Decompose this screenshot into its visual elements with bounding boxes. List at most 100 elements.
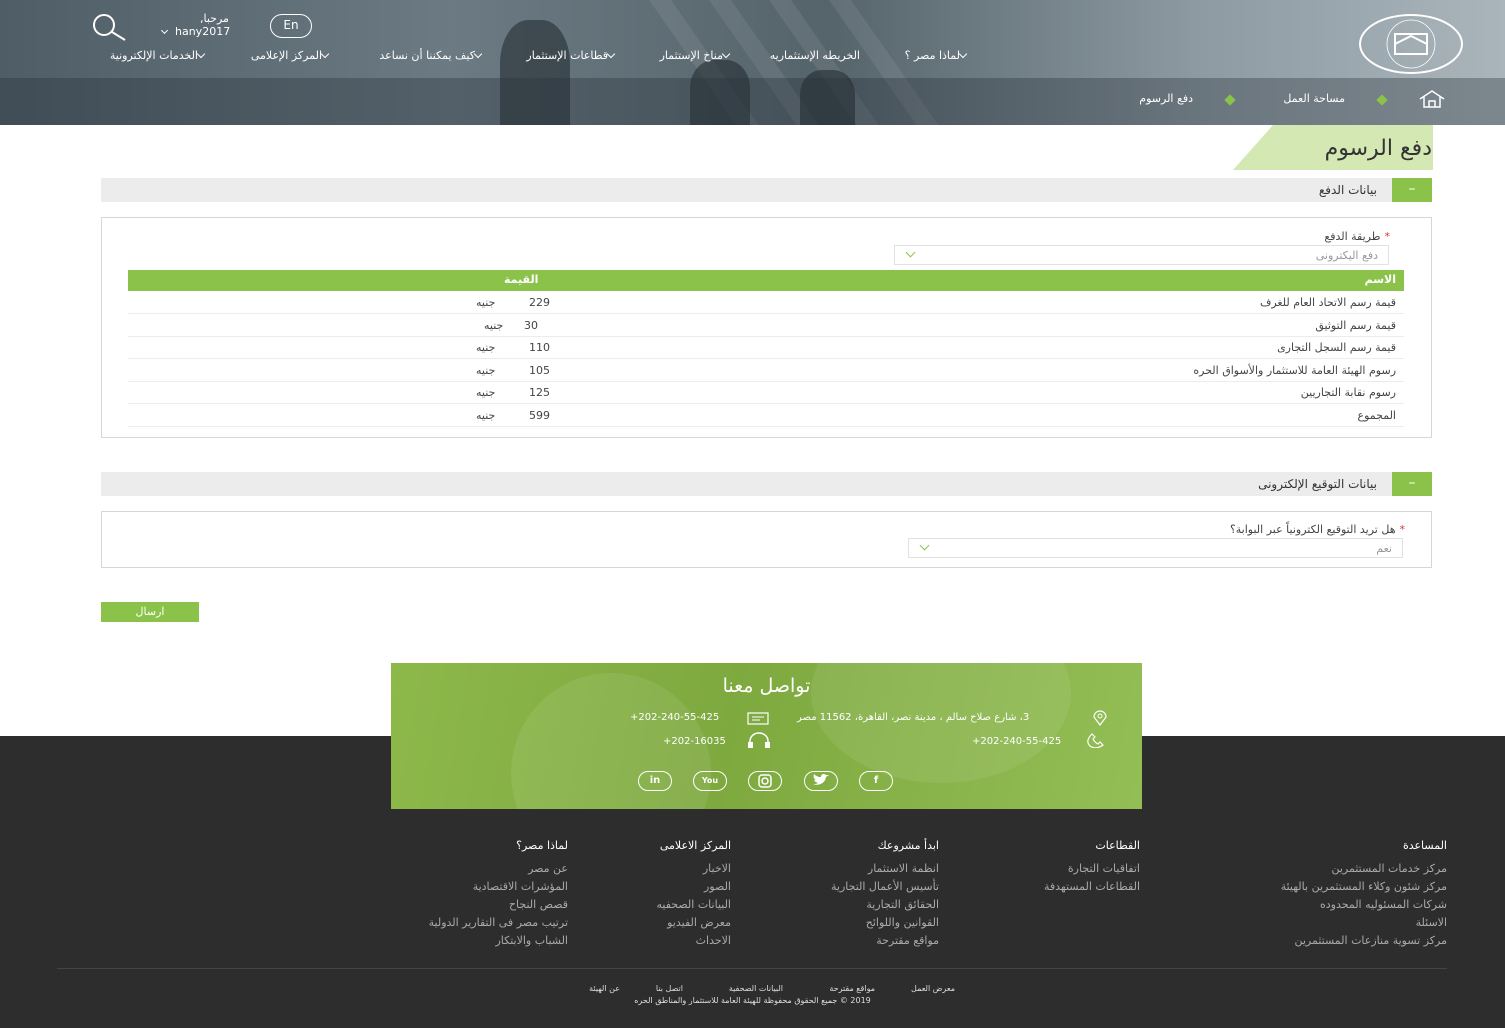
table-row: قيمة رسم السجل التجارى 110 جنيه <box>128 337 1404 359</box>
table-row: رسوم الهيئة العامة للاستثمار والأسواق ال… <box>128 360 1404 382</box>
footer-bottom-link[interactable]: مواقع مقترحة <box>829 984 875 993</box>
contact-fax: +202-240-55-425 <box>630 712 720 723</box>
fee-name: رسوم الهيئة العامة للاستثمار والأسواق ال… <box>1193 364 1396 377</box>
nav-media-center[interactable]: المركز الإعلامى <box>251 49 334 62</box>
collapse-toggle-button[interactable]: – <box>1392 178 1432 202</box>
nav-label: الخدمات الإلكترونية <box>109 49 198 62</box>
headset-icon <box>746 732 772 750</box>
footer-link[interactable]: الاسئلة <box>1416 916 1447 929</box>
home-icon[interactable] <box>1418 89 1446 109</box>
fee-value: 599 <box>529 409 550 422</box>
fee-name: قيمة رسم التوثيق <box>1315 319 1396 332</box>
breadcrumb-workspace[interactable]: مساحة العمل <box>1283 92 1345 105</box>
currency: جنيه <box>476 296 496 309</box>
footer-bottom-link[interactable]: البيانات الصحفية <box>729 984 783 993</box>
page-title: دفع الرسوم <box>1324 136 1432 161</box>
fee-name: قيمة رسم الاتحاد العام للغرف <box>1259 296 1396 309</box>
footer-col-title: المركز الاعلامى <box>659 839 731 852</box>
col-value-header: القيمة <box>504 273 539 286</box>
footer-link[interactable]: مركز شئون وكلاء المستثمرين بالهيئة <box>1281 880 1447 893</box>
select-value: نعم <box>1376 542 1392 555</box>
chevron-down-icon <box>160 26 169 35</box>
col-name-header: الاسم <box>1364 273 1396 286</box>
footer-bottom-link[interactable]: عن الهيئة <box>589 984 620 993</box>
chevron-down-icon <box>473 49 483 59</box>
nav-how-we-help[interactable]: كيف يمكننا أن نساعد <box>379 49 487 62</box>
phone-icon <box>1084 732 1108 749</box>
fax-icon <box>746 710 772 726</box>
footer-link[interactable]: شركات المسئوليه المحدوده <box>1320 898 1447 911</box>
contact-title: تواصل معنا <box>722 675 811 697</box>
footer-link[interactable]: الصور <box>704 880 731 893</box>
footer-link[interactable]: انظمة الاستثمار <box>868 862 939 875</box>
site-logo[interactable] <box>1359 14 1463 74</box>
required-mark: * <box>1399 523 1406 536</box>
footer-link[interactable]: ترتيب مصر فى التقارير الدولية <box>429 916 568 929</box>
fee-value: 105 <box>529 364 550 377</box>
section-title: بيانات التوقيع الإلكترونى <box>1258 477 1377 491</box>
contact-address: 3، شارع صلاح سالم ، مدينة نصر، القاهرة، … <box>797 712 1030 723</box>
footer-divider <box>57 968 1447 969</box>
chevron-down-icon <box>320 49 330 59</box>
nav-investment-sectors[interactable]: قطاعات الإستثمار <box>526 49 620 62</box>
table-row: رسوم نقابة التجاريين 125 جنيه <box>128 382 1404 404</box>
breadcrumb-current: دفع الرسوم <box>1139 92 1193 105</box>
footer-link[interactable]: البيانات الصحفيه <box>657 898 732 911</box>
label-text: طريقة الدفع <box>1324 230 1381 243</box>
signature-select[interactable]: نعم <box>908 538 1403 558</box>
footer-link[interactable]: عن مصر <box>528 862 568 875</box>
footer-link[interactable]: القوانين واللوائح <box>866 916 939 929</box>
footer-link[interactable]: الاحداث <box>696 934 731 947</box>
footer-link[interactable]: معرض الفيديو <box>667 916 731 929</box>
fee-name: قيمة رسم السجل التجارى <box>1277 341 1396 354</box>
footer-link[interactable]: اتفاقيات التجارة <box>1068 862 1140 875</box>
footer-link[interactable]: مواقع مقترحة <box>876 934 939 947</box>
chevron-down-icon <box>919 540 930 551</box>
youtube-icon[interactable]: You <box>693 771 727 791</box>
username: hany2017 <box>175 25 231 38</box>
fee-name: رسوم نقابة التجاريين <box>1300 386 1396 399</box>
footer-bottom-link[interactable]: اتصل بنا <box>656 984 683 993</box>
footer-link[interactable]: الاخبار <box>703 862 731 875</box>
chevron-down-icon <box>196 49 206 59</box>
footer-link[interactable]: مركز خدمات المستثمرين <box>1331 862 1447 875</box>
chevron-down-icon <box>721 49 731 59</box>
nav-e-services[interactable]: الخدمات الإلكترونية <box>110 49 210 62</box>
twitter-icon[interactable] <box>804 771 838 791</box>
linkedin-icon[interactable]: in <box>638 771 672 791</box>
nav-label: قطاعات الإستثمار <box>526 49 608 62</box>
nav-why-egypt[interactable]: لماذا مصر ؟ <box>905 49 972 62</box>
footer-col-title: القطاعات <box>1095 839 1140 852</box>
footer-link[interactable]: القطاعات المستهدفة <box>1044 880 1140 893</box>
collapse-toggle-button[interactable]: – <box>1392 472 1432 496</box>
fee-value: 30 <box>524 319 538 332</box>
instagram-icon[interactable] <box>748 771 782 791</box>
facebook-icon[interactable]: f <box>859 771 893 791</box>
nav-investment-map[interactable]: الخريطه الإستثماريه <box>770 49 860 62</box>
required-mark: * <box>1384 230 1391 243</box>
payment-section-header[interactable]: – بيانات الدفع <box>101 178 1432 202</box>
submit-button[interactable]: ارسال <box>101 602 199 622</box>
footer-link[interactable]: الشباب والابتكار <box>495 934 568 947</box>
currency: جنيه <box>476 409 496 422</box>
fee-value: 229 <box>529 296 550 309</box>
footer-link[interactable]: مركز تسوية منازعات المستثمرين <box>1294 934 1447 947</box>
nav-label: كيف يمكننا أن نساعد <box>379 49 475 62</box>
contact-phone: +202-240-55-425 <box>972 736 1062 747</box>
search-icon[interactable] <box>87 13 129 43</box>
fee-value: 110 <box>529 341 550 354</box>
fees-table-header: الاسم القيمة <box>128 270 1404 291</box>
payment-method-select[interactable]: دفع اليكترونى <box>894 245 1389 265</box>
language-toggle-button[interactable]: En <box>270 14 312 38</box>
footer-link[interactable]: تأسيس الأعمال التجارية <box>831 880 939 893</box>
footer-link[interactable]: قصص النجاح <box>509 898 568 911</box>
table-row: قيمة رسم التوثيق 30 جنيه <box>128 315 1404 337</box>
signature-section-header[interactable]: – بيانات التوقيع الإلكترونى <box>101 472 1432 496</box>
user-menu[interactable]: hany2017 <box>160 25 231 38</box>
footer-link[interactable]: المؤشرات الاقتصادية <box>473 880 568 893</box>
location-icon <box>1090 710 1110 726</box>
nav-investment-climate[interactable]: مناخ الإستثمار <box>660 49 735 62</box>
footer-bottom-link[interactable]: معرض العمل <box>911 984 955 993</box>
footer-link[interactable]: الحقائق التجارية <box>866 898 939 911</box>
fee-name: المجموع <box>1357 409 1396 422</box>
